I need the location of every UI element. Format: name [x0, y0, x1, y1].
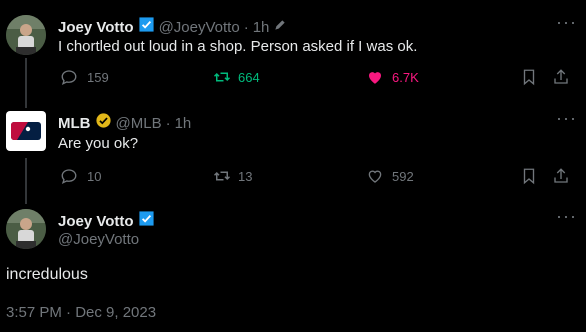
- tweet-time[interactable]: 1h: [175, 115, 192, 132]
- author-handle[interactable]: @MLB: [116, 115, 162, 132]
- avatar-joey-votto[interactable]: [6, 209, 46, 249]
- share-icon: [554, 168, 568, 183]
- author-handle[interactable]: @JoeyVotto: [58, 231, 139, 248]
- thread-line: [25, 158, 27, 204]
- bookmark-button[interactable]: [520, 167, 538, 190]
- author-name[interactable]: MLB: [58, 115, 91, 132]
- reply-icon: [61, 70, 77, 86]
- retweet-icon: [213, 72, 231, 82]
- like-count: 592: [392, 168, 414, 184]
- separator: ·: [243, 18, 249, 36]
- author-handle[interactable]: @JoeyVotto: [159, 19, 240, 36]
- author-name[interactable]: Joey Votto: [58, 213, 134, 230]
- avatar-mlb[interactable]: [6, 111, 46, 151]
- bookmark-button[interactable]: [520, 68, 538, 91]
- tweet-text: I chortled out loud in a shop. Person as…: [58, 38, 418, 55]
- tweet-text: Are you ok?: [58, 135, 139, 152]
- more-options-button[interactable]: ···: [556, 206, 577, 227]
- heart-filled-icon: [369, 72, 381, 84]
- gold-verified-badge-icon: [95, 112, 112, 134]
- tweet-text: incredulous: [6, 266, 88, 283]
- retweet-button[interactable]: 13: [213, 167, 252, 185]
- tweet-time[interactable]: 1h: [253, 19, 270, 36]
- mlb-logo-icon: [11, 122, 41, 140]
- reply-count: 10: [87, 168, 102, 184]
- share-button[interactable]: [552, 68, 570, 91]
- reply-button[interactable]: 10: [60, 167, 101, 185]
- more-options-button[interactable]: ···: [556, 108, 577, 129]
- retweet-button[interactable]: 664: [213, 68, 260, 86]
- share-button[interactable]: [552, 167, 570, 190]
- like-button[interactable]: 6.7K: [366, 68, 419, 86]
- share-icon: [554, 69, 568, 84]
- author-name[interactable]: Joey Votto: [58, 19, 134, 36]
- verified-badge-icon: [138, 16, 155, 38]
- tweet-timestamp[interactable]: 3:57 PM · Dec 9, 2023: [6, 304, 156, 321]
- bookmark-icon: [523, 168, 535, 185]
- retweet-count: 664: [238, 69, 260, 85]
- reply-icon: [61, 169, 77, 185]
- bookmark-icon: [523, 69, 535, 86]
- like-button[interactable]: 592: [366, 167, 414, 185]
- verified-badge-icon: [138, 210, 155, 232]
- edited-pencil-icon: [273, 18, 287, 37]
- reply-count: 159: [87, 69, 109, 85]
- like-count: 6.7K: [392, 69, 419, 85]
- heart-icon: [368, 170, 382, 183]
- avatar-joey-votto[interactable]: [6, 15, 46, 55]
- more-options-button[interactable]: ···: [556, 12, 577, 33]
- separator: ·: [165, 114, 171, 132]
- reply-button[interactable]: 159: [60, 68, 109, 86]
- retweet-icon: [213, 171, 231, 181]
- thread-line: [25, 58, 27, 108]
- retweet-count: 13: [238, 168, 253, 184]
